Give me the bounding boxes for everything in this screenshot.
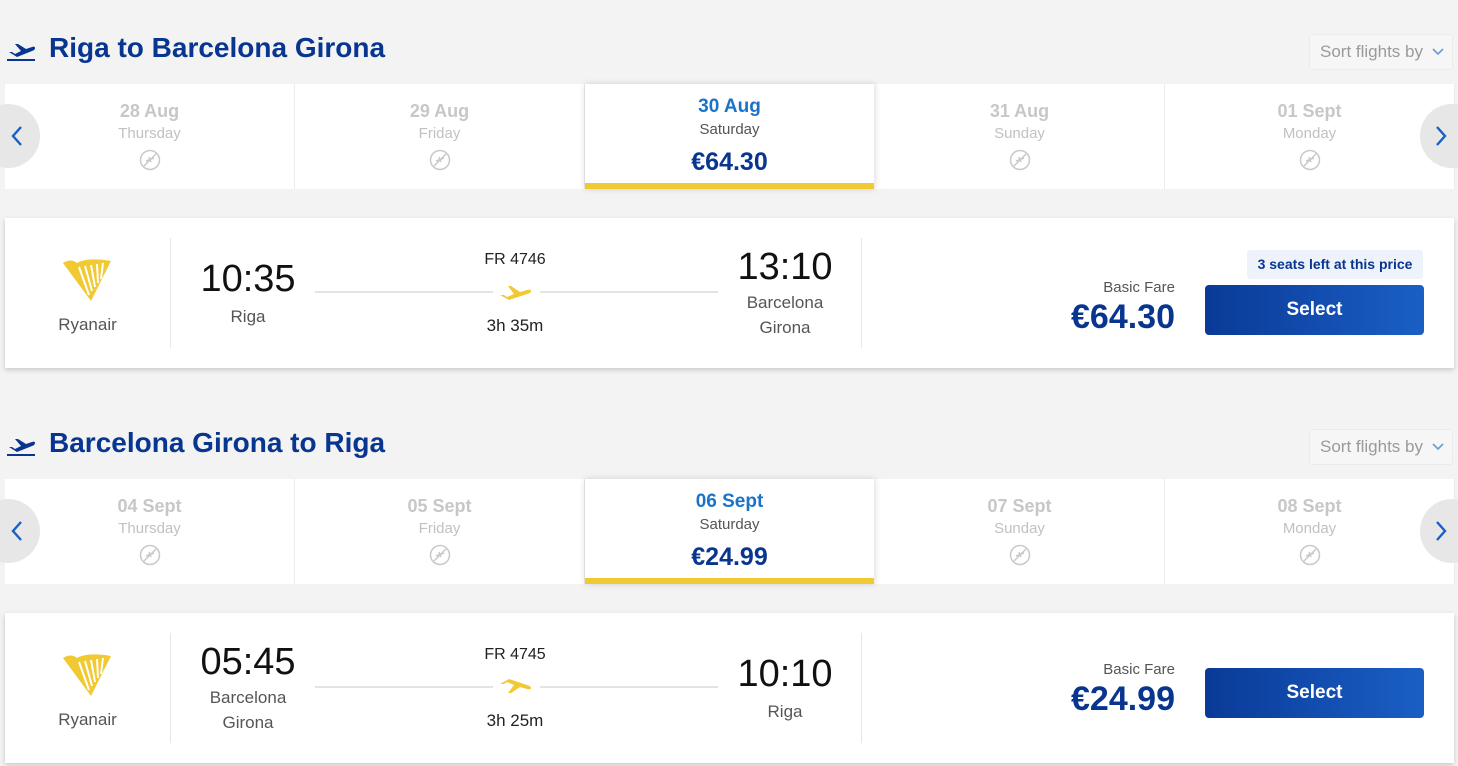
- departure-plane-icon: [7, 44, 35, 61]
- section-header: Barcelona Girona to Riga Sort flights by: [0, 423, 1458, 467]
- date-option[interactable]: 04 Sept Thursday: [5, 479, 295, 584]
- plane-icon: [500, 286, 531, 300]
- date-option-selected[interactable]: 06 Sept Saturday €24.99: [585, 479, 875, 584]
- date-label: 29 Aug: [409, 101, 470, 121]
- date-label: 05 Sept: [407, 496, 472, 516]
- sort-flights-button[interactable]: Sort flights by: [1309, 34, 1453, 70]
- no-flights-icon: [139, 149, 161, 171]
- route-line: [315, 686, 493, 688]
- no-flights-icon: [429, 149, 451, 171]
- date-option[interactable]: 28 Aug Thursday: [5, 84, 295, 189]
- arrival-time: 10:10: [737, 653, 833, 695]
- departure-plane-icon: [7, 439, 35, 456]
- fare-label: Basic Fare: [1103, 661, 1175, 678]
- day-label: Monday: [1282, 125, 1337, 142]
- day-label: Friday: [418, 520, 461, 537]
- date-option[interactable]: 08 Sept Monday: [1165, 479, 1455, 584]
- no-flights-icon: [1009, 544, 1031, 566]
- arrival-city: Barcelona Girona: [725, 290, 845, 340]
- date-carousel: 28 Aug Thursday 29 Aug Friday 30 Aug Sat…: [0, 84, 1458, 189]
- seats-left-badge: 3 seats left at this price: [1247, 250, 1423, 279]
- section-header: Riga to Barcelona Girona Sort flights by: [0, 28, 1458, 72]
- selected-indicator: [585, 183, 874, 189]
- section-title: Riga to Barcelona Girona: [49, 32, 386, 63]
- ryanair-harp-logo: [63, 259, 111, 301]
- no-flights-icon: [1009, 149, 1031, 171]
- fare-price: €64.30: [1071, 298, 1175, 336]
- chevron-down-icon: [1432, 48, 1444, 56]
- date-option[interactable]: 07 Sept Sunday: [875, 479, 1165, 584]
- date-option[interactable]: 29 Aug Friday: [295, 84, 585, 189]
- departure-city: Riga: [230, 307, 266, 326]
- no-flights-icon: [139, 544, 161, 566]
- day-label: Saturday: [699, 516, 760, 533]
- day-label: Monday: [1282, 520, 1337, 537]
- divider: [861, 238, 862, 348]
- no-flights-icon: [1299, 149, 1321, 171]
- day-label: Saturday: [699, 121, 760, 138]
- date-label: 07 Sept: [987, 496, 1052, 516]
- date-price: €24.99: [691, 543, 768, 571]
- route-line: [315, 291, 493, 293]
- plane-icon: [500, 679, 531, 693]
- day-label: Thursday: [118, 125, 181, 142]
- airline-name: Ryanair: [58, 710, 117, 729]
- day-label: Sunday: [994, 125, 1045, 142]
- section-title: Barcelona Girona to Riga: [49, 427, 386, 458]
- arrival-time: 13:10: [737, 246, 833, 288]
- date-option-selected[interactable]: 30 Aug Saturday €64.30: [585, 84, 875, 189]
- flight-number: FR 4746: [484, 251, 546, 268]
- departure-time: 05:45: [200, 641, 296, 683]
- date-label: 04 Sept: [117, 496, 182, 516]
- sort-label: Sort flights by: [1320, 437, 1423, 456]
- arrival-city-line: Girona: [759, 318, 811, 337]
- arrival-city: Riga: [767, 702, 803, 721]
- flight-number: FR 4745: [484, 646, 546, 663]
- fare-label: Basic Fare: [1103, 279, 1175, 296]
- date-label: 28 Aug: [119, 101, 180, 121]
- date-label: 31 Aug: [989, 101, 1050, 121]
- select-button[interactable]: Select: [1205, 285, 1424, 335]
- date-label: 01 Sept: [1277, 101, 1342, 121]
- sort-flights-button[interactable]: Sort flights by: [1309, 429, 1453, 465]
- date-carousel: 04 Sept Thursday 05 Sept Friday 06 Sept …: [0, 479, 1458, 584]
- ryanair-harp-logo: [63, 654, 111, 696]
- divider: [861, 633, 862, 743]
- flight-duration: 3h 35m: [486, 316, 544, 335]
- flight-card[interactable]: Ryanair 05:45 Barcelona Girona FR 4745 3…: [5, 613, 1454, 763]
- route-line: [540, 686, 718, 688]
- divider: [170, 238, 171, 348]
- date-option[interactable]: 05 Sept Friday: [295, 479, 585, 584]
- chevron-right-icon: [1436, 521, 1447, 541]
- day-label: Sunday: [994, 520, 1045, 537]
- date-label: 08 Sept: [1277, 496, 1342, 516]
- chevron-left-icon: [11, 126, 22, 146]
- departure-city: Barcelona Girona: [188, 685, 308, 735]
- selected-indicator: [585, 578, 874, 584]
- fare-price: €24.99: [1071, 680, 1175, 718]
- flight-duration: 3h 25m: [486, 711, 544, 730]
- route-line: [540, 291, 718, 293]
- departure-city-line: Barcelona: [209, 688, 287, 707]
- date-option[interactable]: 01 Sept Monday: [1165, 84, 1455, 189]
- airline-name: Ryanair: [58, 315, 117, 334]
- arrival-city-line: Barcelona: [746, 293, 824, 312]
- date-label: 06 Sept: [695, 491, 764, 512]
- no-flights-icon: [429, 544, 451, 566]
- date-option[interactable]: 31 Aug Sunday: [875, 84, 1165, 189]
- select-button[interactable]: Select: [1205, 668, 1424, 718]
- sort-label: Sort flights by: [1320, 42, 1423, 61]
- departure-city-line: Girona: [222, 713, 274, 732]
- no-flights-icon: [1299, 544, 1321, 566]
- chevron-down-icon: [1432, 443, 1444, 451]
- departure-time: 10:35: [200, 258, 296, 300]
- chevron-left-icon: [11, 521, 22, 541]
- chevron-right-icon: [1436, 126, 1447, 146]
- date-price: €64.30: [691, 148, 768, 176]
- day-label: Friday: [418, 125, 461, 142]
- date-label: 30 Aug: [698, 96, 761, 117]
- flight-card[interactable]: Ryanair 10:35 Riga FR 4746 3h 35m 13:10 …: [5, 218, 1454, 368]
- day-label: Thursday: [118, 520, 181, 537]
- divider: [170, 633, 171, 743]
